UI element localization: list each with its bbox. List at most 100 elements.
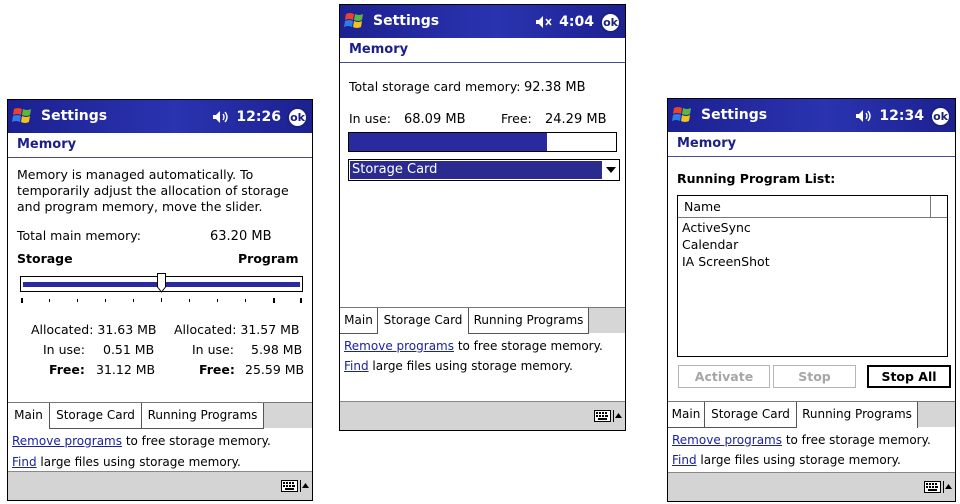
title-bar: Settings 4:04 ok: [340, 5, 625, 38]
slider-thumb[interactable]: [156, 273, 166, 293]
tab-storage-card[interactable]: Storage Card: [705, 402, 797, 428]
start-menu-icon[interactable]: [671, 104, 695, 126]
page-title: Memory: [668, 132, 955, 157]
start-menu-icon[interactable]: [343, 10, 367, 32]
remove-programs-line: Remove programs to free storage memory.: [12, 434, 271, 448]
program-free-value: 25.59 MB: [245, 362, 305, 377]
storage-free-value: 31.12 MB: [96, 362, 156, 377]
remove-programs-text: to free storage memory.: [782, 433, 931, 447]
program-free-label: Free:: [199, 362, 235, 377]
keyboard-icon[interactable]: [924, 481, 941, 493]
stop-button[interactable]: Stop: [773, 365, 856, 388]
clock[interactable]: 4:04: [559, 14, 594, 30]
find-files-line: Find large files using storage memory.: [12, 455, 241, 469]
title-bar: Settings 12:26 ok: [8, 100, 312, 133]
input-menu-arrow-icon[interactable]: [613, 410, 622, 422]
card-usage-bar: [348, 132, 617, 152]
program-inuse-label: In use:: [192, 342, 234, 357]
find-link[interactable]: Find: [344, 359, 369, 373]
device-storage-card: Settings 4:04 ok Memory Total storage ca…: [339, 4, 626, 431]
running-list-title: Running Program List:: [677, 171, 836, 186]
bottom-bar: [8, 471, 312, 500]
remove-programs-text: to free storage memory.: [454, 339, 603, 353]
input-menu-arrow-icon[interactable]: [943, 481, 952, 493]
description-line-1: Memory is managed automatically. To: [17, 167, 254, 182]
tab-main[interactable]: Main: [340, 308, 378, 334]
ok-button[interactable]: ok: [930, 105, 951, 127]
clock[interactable]: 12:26: [236, 109, 281, 125]
storage-free-label: Free:: [49, 362, 85, 377]
stop-all-button[interactable]: Stop All: [867, 365, 951, 388]
find-text: large files using storage memory.: [36, 455, 241, 469]
page-title: Memory: [8, 133, 312, 158]
card-select-dropdown[interactable]: Storage Card: [348, 159, 620, 181]
remove-programs-line: Remove programs to free storage memory.: [672, 433, 931, 447]
find-files-line: Find large files using storage memory.: [344, 359, 573, 373]
keyboard-icon[interactable]: [594, 410, 611, 422]
clock[interactable]: 12:34: [879, 108, 924, 124]
list-item[interactable]: ActiveSync: [682, 220, 751, 235]
remove-programs-link[interactable]: Remove programs: [344, 339, 454, 353]
tab-main[interactable]: Main: [8, 403, 50, 429]
card-usage-fill: [349, 133, 547, 151]
chevron-down-icon[interactable]: [606, 167, 616, 173]
tab-storage-card[interactable]: Storage Card: [378, 308, 469, 334]
bottom-bar: [668, 472, 955, 501]
running-program-list[interactable]: Name ActiveSync Calendar IA ScreenShot: [677, 195, 948, 357]
memory-slider[interactable]: [20, 273, 303, 293]
remove-programs-line: Remove programs to free storage memory.: [344, 339, 603, 353]
tab-running-programs[interactable]: Running Programs: [797, 402, 918, 428]
tab-storage-card[interactable]: Storage Card: [50, 403, 142, 429]
storage-allocated: Allocated: 31.63 MB: [31, 322, 157, 337]
device-running-programs: Settings 12:34 ok Memory Running Program…: [667, 98, 956, 502]
remove-programs-link[interactable]: Remove programs: [672, 433, 782, 447]
speaker-muted-icon[interactable]: [535, 15, 553, 29]
find-link[interactable]: Find: [12, 455, 37, 469]
page-title: Memory: [340, 38, 625, 63]
list-item[interactable]: IA ScreenShot: [682, 254, 770, 269]
storage-label: Storage: [17, 251, 73, 266]
total-card-memory-label: Total storage card memory:: [349, 79, 521, 94]
find-link[interactable]: Find: [672, 453, 697, 467]
column-header-name[interactable]: Name: [678, 196, 931, 218]
app-title: Settings: [701, 107, 768, 123]
device-main-memory: Settings 12:26 ok Memory Memory is manag…: [7, 99, 313, 501]
input-menu-arrow-icon[interactable]: [300, 480, 309, 492]
ok-button[interactable]: ok: [287, 106, 308, 128]
speaker-icon[interactable]: [212, 110, 230, 124]
tab-bar: Main Storage Card Running Programs: [668, 401, 955, 428]
find-files-line: Find large files using storage memory.: [672, 453, 901, 467]
remove-programs-link[interactable]: Remove programs: [12, 434, 122, 448]
program-inuse-value: 5.98 MB: [251, 342, 303, 357]
app-title: Settings: [41, 108, 108, 124]
list-item[interactable]: Calendar: [682, 237, 738, 252]
keyboard-icon[interactable]: [281, 480, 298, 492]
bottom-bar: [340, 401, 625, 430]
remove-programs-text: to free storage memory.: [122, 434, 271, 448]
card-inuse-value: 68.09 MB: [404, 112, 466, 127]
speaker-icon[interactable]: [855, 109, 873, 123]
tab-bar: Main Storage Card Running Programs: [340, 307, 625, 334]
tab-bar: Main Storage Card Running Programs: [8, 402, 312, 429]
total-card-memory-value: 92.38 MB: [524, 80, 586, 95]
list-header: Name: [678, 196, 947, 218]
storage-inuse-value: 0.51 MB: [103, 342, 155, 357]
slider-ticks: [21, 298, 302, 303]
ok-button[interactable]: ok: [600, 11, 621, 33]
card-free-label: Free:: [501, 111, 532, 126]
total-main-memory-label: Total main memory:: [17, 228, 141, 243]
storage-inuse-label: In use:: [43, 342, 85, 357]
app-title: Settings: [373, 13, 440, 29]
tab-running-programs[interactable]: Running Programs: [469, 308, 589, 334]
card-free-value: 24.29 MB: [545, 112, 607, 127]
card-inuse-label: In use:: [349, 111, 391, 126]
card-select-value: Storage Card: [350, 161, 602, 179]
activate-button[interactable]: Activate: [678, 365, 770, 388]
tab-main[interactable]: Main: [668, 402, 705, 428]
find-text: large files using storage memory.: [368, 359, 573, 373]
find-text: large files using storage memory.: [696, 453, 901, 467]
tab-running-programs[interactable]: Running Programs: [142, 403, 264, 429]
total-main-memory-value: 63.20 MB: [210, 229, 272, 244]
start-menu-icon[interactable]: [11, 105, 35, 127]
description-line-2: temporarily adjust the allocation of sto…: [17, 183, 289, 198]
